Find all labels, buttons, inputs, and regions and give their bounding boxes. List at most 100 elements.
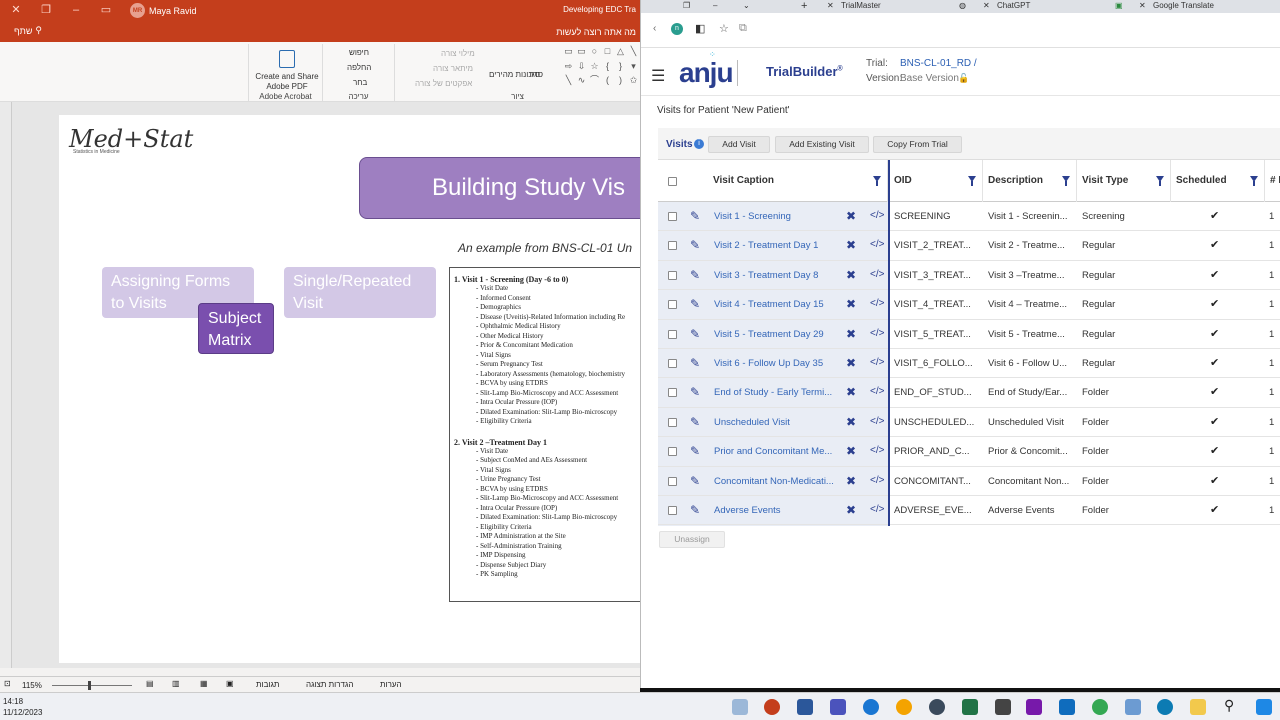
edit-icon[interactable]: ✎: [690, 356, 700, 370]
code-icon[interactable]: </>: [870, 504, 884, 515]
table-row[interactable]: ✎ Visit 5 - Treatment Day 29 ✖ </> VISIT_5_T…: [658, 320, 1280, 349]
arrow-shape-icon[interactable]: ⇩: [576, 61, 587, 74]
slide-title-box[interactable]: Building Study Vis: [359, 157, 640, 219]
tools-icon[interactable]: ✖: [846, 356, 856, 370]
app-icon-blue[interactable]: [1125, 699, 1141, 715]
arrange-button[interactable]: סדר: [529, 70, 543, 79]
table-row[interactable]: ✎ Visit 2 - Treatment Day 1 ✖ </> VISIT_2_TR…: [658, 231, 1280, 261]
row-checkbox[interactable]: [668, 506, 677, 515]
clock[interactable]: 14:18 11/12/2023: [3, 696, 42, 718]
search-icon[interactable]: ⚲: [1224, 697, 1234, 714]
edit-icon[interactable]: ✎: [690, 415, 700, 429]
filter-icon[interactable]: [1250, 176, 1258, 186]
edit-icon[interactable]: ✎: [690, 238, 700, 252]
visit-caption-link[interactable]: Visit 5 - Treatment Day 29: [714, 320, 842, 349]
edge-icon[interactable]: [1157, 699, 1173, 715]
code-icon[interactable]: </>: [870, 445, 884, 456]
start-icon[interactable]: [1256, 699, 1272, 715]
filter-icon[interactable]: [873, 176, 881, 186]
col-scheduled[interactable]: Scheduled: [1171, 160, 1265, 202]
zoom-app-icon[interactable]: [863, 699, 879, 715]
edit-icon[interactable]: ✎: [690, 503, 700, 517]
table-row[interactable]: ✎ Unscheduled Visit ✖ </> UNSCHEDULED... Unsc…: [658, 408, 1280, 438]
find-button[interactable]: חיפוש: [349, 48, 369, 57]
zoom-level[interactable]: 115%: [22, 681, 42, 690]
table-row[interactable]: ✎ Concomitant Non-Medicati... ✖ </> CONCOMIT…: [658, 467, 1280, 496]
table-row[interactable]: ✎ Prior and Concomitant Me... ✖ </> PRIOR_AN…: [658, 437, 1280, 467]
col-visit-type[interactable]: Visit Type: [1077, 160, 1171, 202]
tell-me-search[interactable]: מה אתה רוצה לעשות: [556, 27, 636, 37]
edit-icon[interactable]: ✎: [690, 385, 700, 399]
table-row[interactable]: ✎ End of Study - Early Termi... ✖ </> END_OF…: [658, 378, 1280, 408]
replace-button[interactable]: החלפה: [347, 63, 371, 72]
tools-icon[interactable]: ✖: [846, 474, 856, 488]
row-checkbox[interactable]: [668, 447, 677, 457]
tools-icon[interactable]: ✖: [846, 297, 856, 311]
star-icon[interactable]: ☆: [719, 22, 729, 35]
back-icon[interactable]: ‹: [653, 23, 656, 34]
visit-caption-link[interactable]: Visit 6 - Follow Up Day 35: [714, 349, 842, 378]
line-shape-icon[interactable]: ╲: [563, 75, 574, 88]
tools-icon[interactable]: ✖: [846, 503, 856, 517]
visit-caption-link[interactable]: Visit 3 - Treatment Day 8: [714, 261, 842, 290]
code-icon[interactable]: </>: [870, 328, 884, 339]
select-button[interactable]: בחר: [353, 78, 367, 87]
col-visit-caption[interactable]: Visit Caption: [708, 160, 888, 202]
rect-shape-icon[interactable]: ▭: [576, 46, 587, 59]
row-checkbox[interactable]: [668, 359, 677, 368]
tools-icon[interactable]: ✖: [846, 238, 856, 252]
arrow-shape-icon[interactable]: ⇨: [563, 61, 574, 74]
tab-chatgpt[interactable]: ChatGPT: [997, 0, 1030, 13]
profile-icon[interactable]: n: [671, 23, 683, 35]
comments-button[interactable]: הערות: [380, 680, 402, 689]
shape-outline-button[interactable]: מיתאר צורה: [433, 64, 473, 73]
row-checkbox[interactable]: [668, 241, 677, 251]
col-oid[interactable]: OID: [889, 160, 983, 202]
tab-google-translate[interactable]: Google Translate: [1153, 0, 1214, 13]
zoom-slider-handle[interactable]: [88, 681, 91, 690]
user-account[interactable]: MR Maya Ravid: [130, 2, 197, 19]
subject-matrix-box[interactable]: Subject Matrix: [198, 303, 274, 354]
table-row[interactable]: ✎ Visit 4 - Treatment Day 15 ✖ </> VISIT_4_T…: [658, 290, 1280, 320]
fit-slide-icon[interactable]: ⊡: [4, 679, 11, 688]
visit-caption-link[interactable]: Visit 2 - Treatment Day 1: [714, 231, 842, 260]
edit-icon[interactable]: ✎: [690, 474, 700, 488]
row-checkbox[interactable]: [668, 329, 677, 339]
table-row[interactable]: ✎ Visit 6 - Follow Up Day 35 ✖ </> VISIT_6_F…: [658, 349, 1280, 379]
brace-shape-icon[interactable]: }: [615, 61, 626, 74]
create-pdf-button[interactable]: Create and Share Adobe PDF: [251, 72, 323, 92]
chrome-icon[interactable]: [1092, 699, 1108, 715]
brace-shape-icon[interactable]: {: [602, 61, 613, 74]
edit-icon[interactable]: ✎: [690, 209, 700, 223]
code-icon[interactable]: </>: [870, 416, 884, 427]
line-shape-icon[interactable]: ╲: [628, 46, 639, 59]
ribbon-display-icon[interactable]: ▭: [98, 3, 114, 17]
row-checkbox[interactable]: [668, 388, 677, 398]
row-checkbox[interactable]: [668, 300, 677, 310]
powerpoint-icon[interactable]: [764, 699, 780, 715]
row-checkbox[interactable]: [668, 212, 677, 221]
star-shape-icon[interactable]: ☆: [589, 61, 600, 74]
grid-view-icon[interactable]: ▦: [200, 679, 208, 688]
visit-caption-link[interactable]: Unscheduled Visit: [714, 408, 842, 437]
unassign-button[interactable]: Unassign: [659, 531, 725, 548]
chevron-down-icon[interactable]: ⌄: [743, 0, 750, 13]
edit-icon[interactable]: ✎: [690, 444, 700, 458]
add-visit-button[interactable]: Add Visit: [708, 136, 770, 153]
tab-trialmaster[interactable]: TrialMaster: [841, 0, 881, 13]
paren-shape-icon[interactable]: ): [615, 75, 626, 88]
notes-button[interactable]: תגובות: [256, 680, 279, 689]
restore-icon[interactable]: ❐: [38, 3, 54, 17]
visit-caption-link[interactable]: End of Study - Early Termi...: [714, 378, 842, 407]
triangle-shape-icon[interactable]: △: [615, 46, 626, 59]
edit-icon[interactable]: ✎: [690, 327, 700, 341]
shape-fill-button[interactable]: מילוי צורה: [441, 49, 475, 58]
visit-caption-link[interactable]: Concomitant Non-Medicati...: [714, 467, 842, 496]
close-tab-icon[interactable]: ✕: [1139, 0, 1146, 13]
slide[interactable]: Med+Stat Statistics in Medicine Building…: [59, 115, 640, 663]
rect-shape-icon[interactable]: ▭: [563, 46, 574, 59]
minimize-icon[interactable]: –: [68, 3, 84, 17]
table-row[interactable]: ✎ Visit 1 - Screening ✖ </> SCREENING Visit 1…: [658, 202, 1280, 232]
more-shapes-icon[interactable]: ▾: [628, 61, 639, 74]
filter-icon[interactable]: [1156, 176, 1164, 186]
